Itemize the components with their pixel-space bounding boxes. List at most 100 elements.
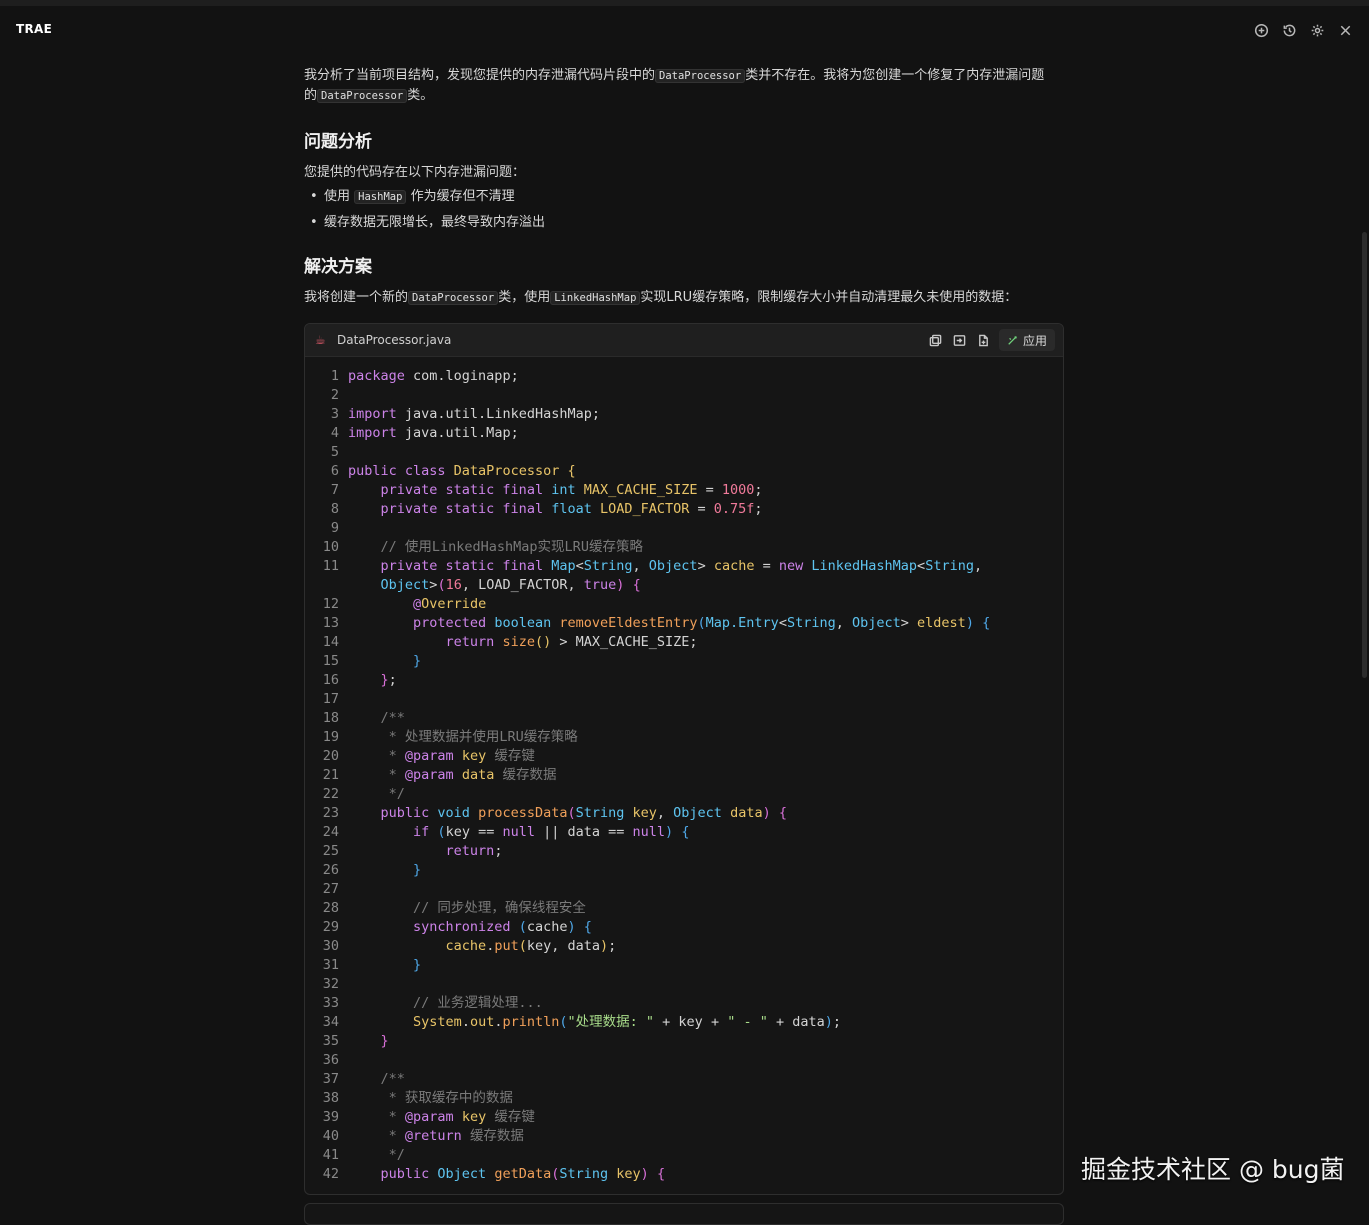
line-content: // 业务逻辑处理... xyxy=(413,995,543,1011)
line-content: cache.put(key, data); xyxy=(445,938,617,954)
code-line: 10 // 使用LinkedHashMap实现LRU缓存策略 xyxy=(305,538,1063,557)
line-number: 37 xyxy=(322,1071,339,1087)
line-number: 36 xyxy=(322,1052,339,1068)
line-content: private static final float LOAD_FACTOR =… xyxy=(380,501,763,517)
code-file-name: DataProcessor.java xyxy=(337,333,452,347)
close-button[interactable] xyxy=(1335,20,1355,40)
code-line: 29 synchronized (cache) { xyxy=(305,918,1063,937)
line-number: 35 xyxy=(322,1033,339,1049)
new-file-button[interactable] xyxy=(975,330,993,350)
line-content: public Object getData(String key) { xyxy=(380,1166,666,1182)
line-number: 24 xyxy=(322,824,339,840)
code-line: 42 public Object getData(String key) { xyxy=(305,1165,1063,1184)
code-line: 37 /** xyxy=(305,1070,1063,1089)
code-line: 7 private static final int MAX_CACHE_SIZ… xyxy=(305,481,1063,500)
line-number xyxy=(305,576,339,595)
next-code-block xyxy=(304,1203,1064,1225)
line-number: 5 xyxy=(330,444,339,460)
intro-text: 类并不存在。我将为您创建一个修复了内存泄漏问题 xyxy=(745,68,1045,83)
code-line: 28 // 同步处理，确保线程安全 xyxy=(305,899,1063,918)
list-item: 缓存数据无限增长，最终导致内存溢出 xyxy=(304,210,1064,236)
inline-code: HashMap xyxy=(354,190,407,204)
java-file-icon: ☕ xyxy=(315,333,326,347)
code-line: 22 */ xyxy=(305,785,1063,804)
line-content: }; xyxy=(380,672,397,688)
code-line: 24 if (key == null || data == null) { xyxy=(305,823,1063,842)
code-line: 9 xyxy=(305,519,1063,538)
heading-solution: 解决方案 xyxy=(304,257,372,277)
code-body: 1 package com.loginapp; 2 3 import java.util… xyxy=(305,357,1063,1184)
solution-text: 我将创建一个新的 xyxy=(304,290,409,305)
close-icon xyxy=(1340,25,1350,35)
scrollbar[interactable] xyxy=(1362,232,1367,678)
title-bar: TRAE xyxy=(0,6,1369,50)
line-number: 32 xyxy=(322,976,339,992)
code-line: 15 } xyxy=(305,652,1063,671)
code-line: 38 * 获取缓存中的数据 xyxy=(305,1089,1063,1108)
line-content xyxy=(339,443,348,462)
code-line: 21 * @param data 缓存数据 xyxy=(305,766,1063,785)
insert-button[interactable] xyxy=(951,330,969,350)
assistant-message: 我分析了当前项目结构，发现您提供的内存泄漏代码片段中的 DataProcessor… xyxy=(304,66,1064,308)
line-content: public class DataProcessor { xyxy=(348,463,576,479)
line-number: 30 xyxy=(322,938,339,954)
line-content: /** xyxy=(380,1071,405,1087)
line-content: protected boolean removeEldestEntry(Map.… xyxy=(413,615,991,631)
code-line: 30 cache.put(key, data); xyxy=(305,937,1063,956)
line-content: import java.util.LinkedHashMap; xyxy=(348,406,600,422)
code-line: 18 /** xyxy=(305,709,1063,728)
list-item-text: 使用 xyxy=(324,189,351,204)
code-line: 33 // 业务逻辑处理... xyxy=(305,994,1063,1013)
code-line: 39 * @param key 缓存键 xyxy=(305,1108,1063,1127)
line-content xyxy=(339,975,348,994)
line-content: * @param key 缓存键 xyxy=(388,1109,535,1125)
line-content: } xyxy=(413,957,422,973)
solution-text: 实现LRU缓存策略，限制缓存大小并自动清理最久未使用的数据： xyxy=(640,290,1018,305)
line-number: 3 xyxy=(330,406,339,422)
line-content: * @return 缓存数据 xyxy=(388,1128,524,1144)
analysis-lead: 您提供的代码存在以下内存泄漏问题： xyxy=(304,165,526,180)
line-number: 40 xyxy=(322,1128,339,1144)
line-content: if (key == null || data == null) { xyxy=(413,824,690,840)
history-icon xyxy=(1283,24,1295,36)
line-content xyxy=(339,519,348,538)
line-content: } xyxy=(413,862,422,878)
line-number: 22 xyxy=(322,786,339,802)
line-number: 12 xyxy=(322,596,339,612)
apply-button[interactable]: 应用 xyxy=(998,329,1055,351)
line-content: synchronized (cache) { xyxy=(413,919,592,935)
line-number: 18 xyxy=(322,710,339,726)
line-number: 33 xyxy=(322,995,339,1011)
line-number: 41 xyxy=(322,1147,339,1163)
copy-icon xyxy=(930,334,942,346)
code-line: 3 import java.util.LinkedHashMap; xyxy=(305,405,1063,424)
line-number: 8 xyxy=(330,501,339,517)
line-number: 31 xyxy=(322,957,339,973)
line-content: return; xyxy=(445,843,503,859)
inline-code: LinkedHashMap xyxy=(550,291,641,305)
line-content: private static final int MAX_CACHE_SIZE … xyxy=(380,482,763,498)
settings-button[interactable] xyxy=(1307,20,1327,40)
new-file-icon xyxy=(979,334,989,346)
line-number: 2 xyxy=(330,387,339,403)
line-content: */ xyxy=(388,1147,405,1163)
code-line: 12 @Override xyxy=(305,595,1063,614)
inline-code: DataProcessor xyxy=(408,291,499,305)
line-content: Object>(16, LOAD_FACTOR, true) { xyxy=(380,577,641,593)
history-button[interactable] xyxy=(1279,20,1299,40)
line-content xyxy=(339,880,348,899)
line-number: 16 xyxy=(322,672,339,688)
line-number: 6 xyxy=(330,463,339,479)
settings-icon xyxy=(1311,24,1323,36)
line-number: 39 xyxy=(322,1109,339,1125)
code-line: 36 xyxy=(305,1051,1063,1070)
line-number: 27 xyxy=(322,881,339,897)
copy-button[interactable] xyxy=(927,330,945,350)
code-line: 16 }; xyxy=(305,671,1063,690)
title-bar-actions xyxy=(1251,20,1355,40)
line-content: package com.loginapp; xyxy=(348,368,519,384)
line-number: 7 xyxy=(330,482,339,498)
code-line: 23 public void processData(String key, O… xyxy=(305,804,1063,823)
new-chat-button[interactable] xyxy=(1251,20,1271,40)
code-line: 14 return size() > MAX_CACHE_SIZE; xyxy=(305,633,1063,652)
